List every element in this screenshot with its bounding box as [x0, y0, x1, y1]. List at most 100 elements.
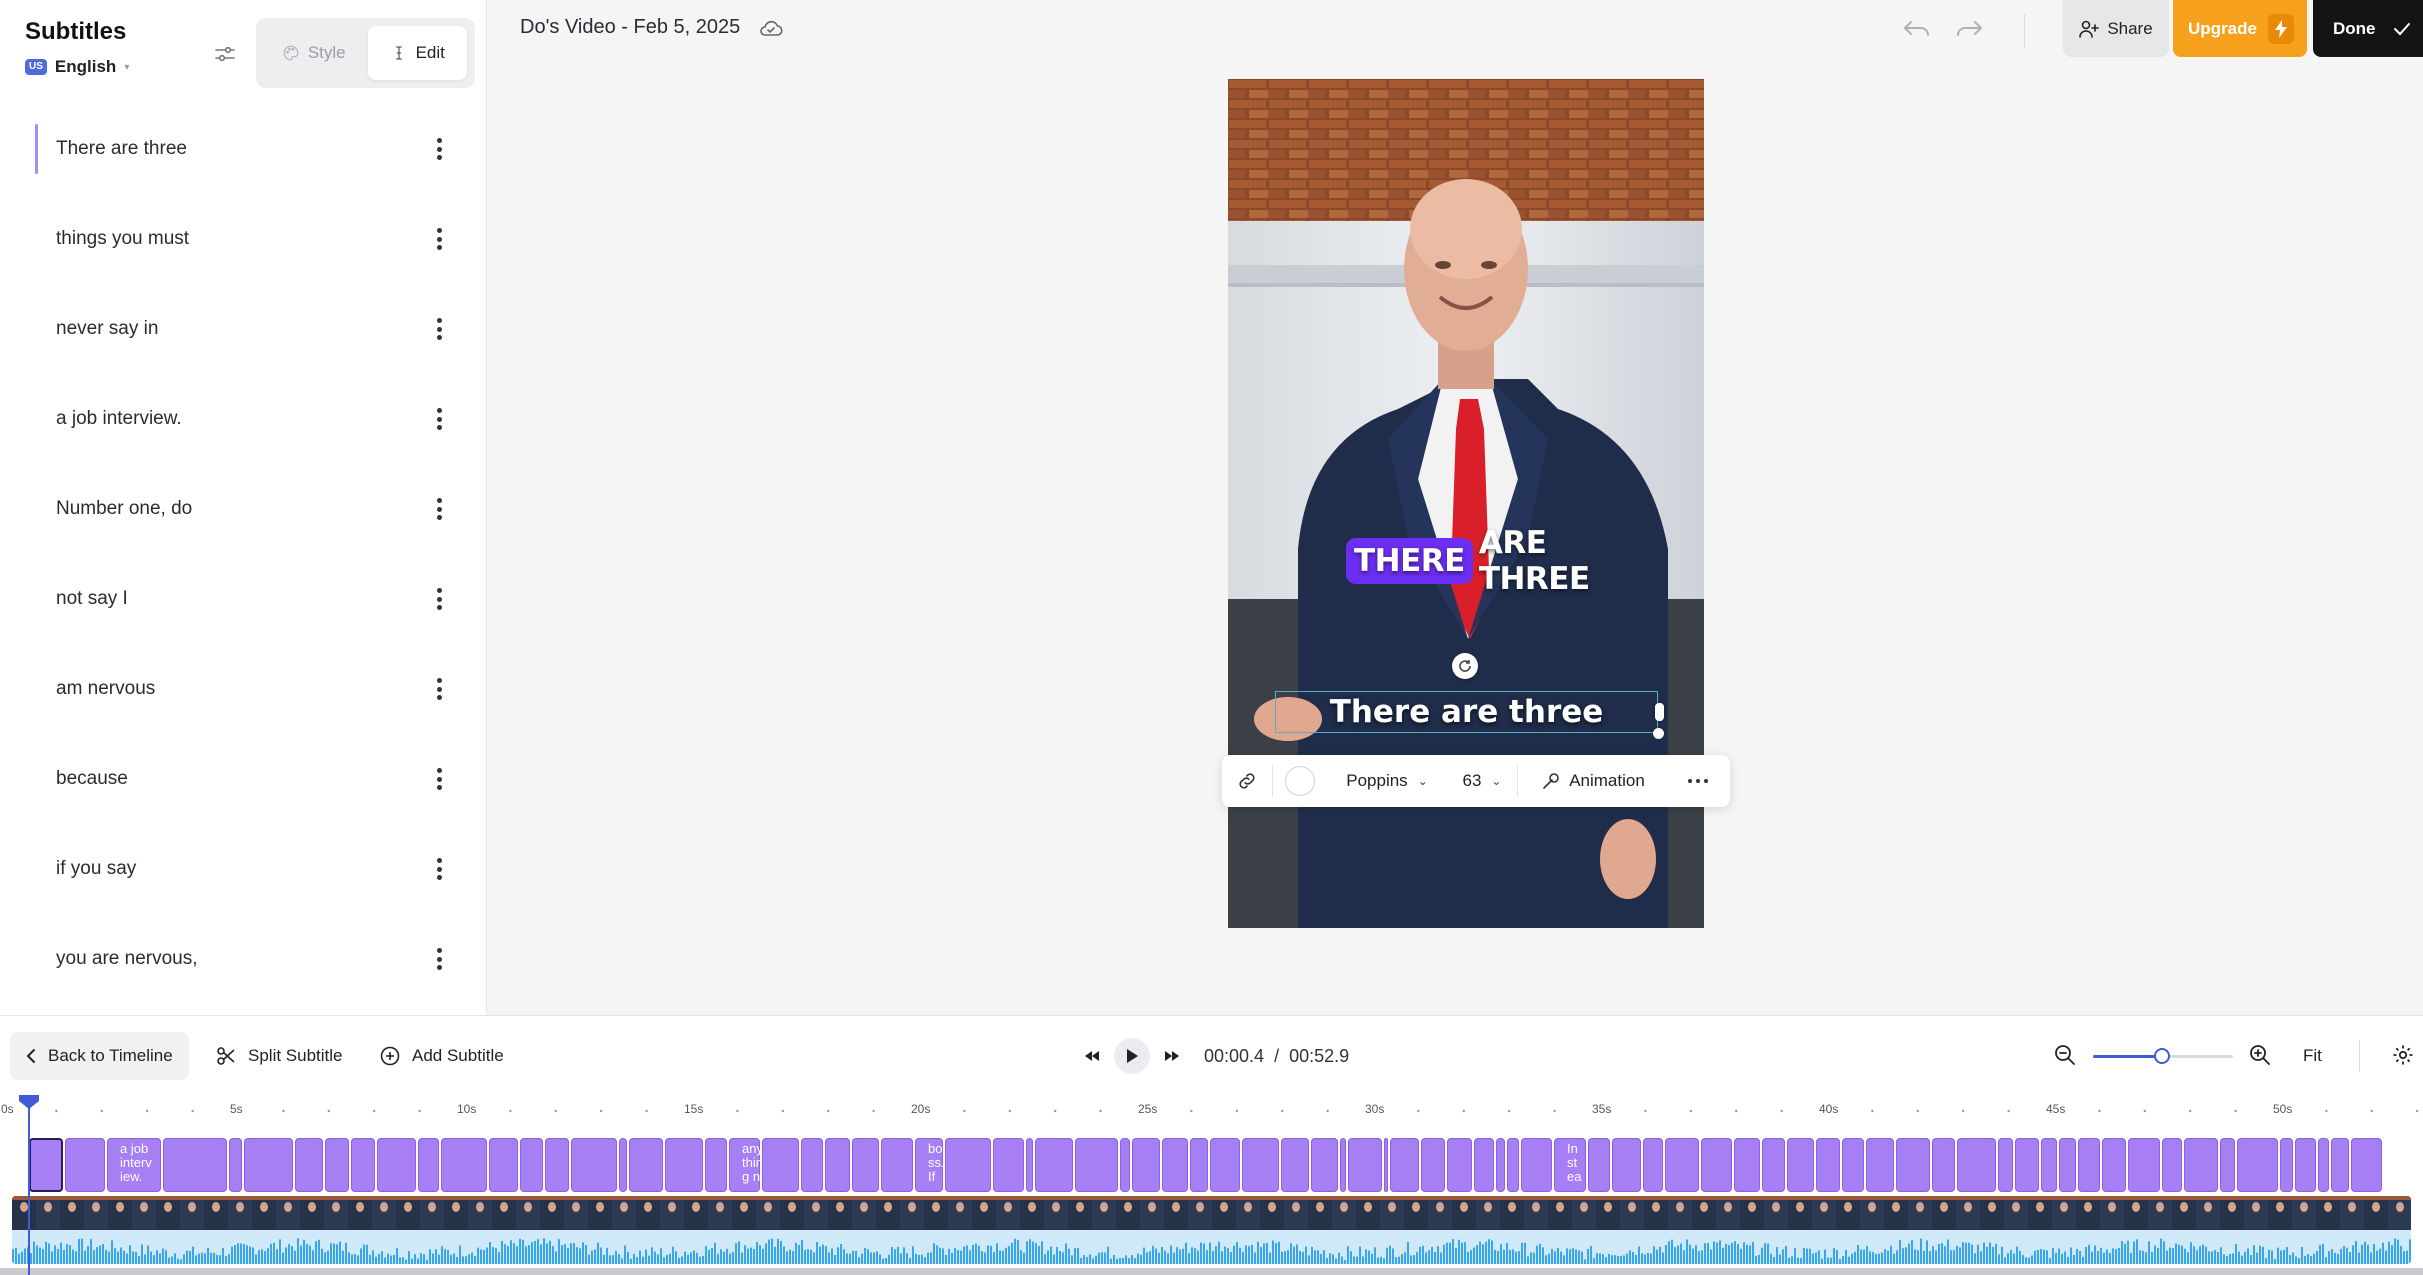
subtitle-block[interactable]	[1816, 1138, 1840, 1192]
share-button[interactable]: Share	[2063, 0, 2169, 57]
subtitle-block[interactable]	[2220, 1138, 2235, 1192]
subtitle-text[interactable]: Number one, do	[56, 498, 192, 520]
horizontal-scrollbar[interactable]	[0, 1268, 2423, 1275]
subtitle-block[interactable]	[2102, 1138, 2126, 1192]
subtitle-block[interactable]	[945, 1138, 991, 1192]
subtitle-block[interactable]	[229, 1138, 242, 1192]
link-icon[interactable]	[1222, 770, 1272, 792]
subtitle-block[interactable]	[881, 1138, 913, 1192]
subtitle-block[interactable]: a job interv iew.	[107, 1138, 161, 1192]
zoom-slider[interactable]	[2093, 1048, 2233, 1064]
more-vertical-icon[interactable]	[427, 495, 451, 523]
video-track[interactable]	[12, 1196, 2411, 1264]
subtitle-block[interactable]	[1132, 1138, 1160, 1192]
subtitle-block[interactable]	[1390, 1138, 1419, 1192]
subtitle-block[interactable]	[2128, 1138, 2160, 1192]
timeline[interactable]: 0s 5s 10s 15s 20s 25s 30s 35s 40s 45s 50s a job in…	[0, 1093, 2423, 1275]
play-button[interactable]	[1114, 1038, 1150, 1074]
subtitle-block[interactable]	[1643, 1138, 1663, 1192]
document-title-text[interactable]: Do's Video - Feb 5, 2025	[520, 16, 740, 39]
more-vertical-icon[interactable]	[427, 225, 451, 253]
split-subtitle-button[interactable]: Split Subtitle	[200, 1032, 359, 1080]
fast-forward-icon[interactable]	[1160, 1044, 1184, 1068]
subtitle-block[interactable]	[1281, 1138, 1309, 1192]
subtitle-block[interactable]	[993, 1138, 1024, 1192]
subtitle-block[interactable]	[629, 1138, 663, 1192]
resize-handle[interactable]	[1655, 703, 1664, 721]
subtitle-block[interactable]	[801, 1138, 823, 1192]
subtitle-text[interactable]: never say in	[56, 318, 158, 340]
zoom-slider-thumb[interactable]	[2153, 1048, 2170, 1064]
subtitle-block[interactable]: any thin g n	[729, 1138, 763, 1192]
subtitle-block[interactable]	[1474, 1138, 1494, 1192]
subtitle-block[interactable]	[1348, 1138, 1382, 1192]
playhead[interactable]	[28, 1107, 30, 1275]
tab-edit[interactable]: Edit	[367, 26, 467, 80]
subtitle-block[interactable]	[1842, 1138, 1864, 1192]
subtitle-block[interactable]	[351, 1138, 375, 1192]
tab-style[interactable]: Style	[264, 26, 364, 80]
font-size-selector[interactable]: 63 ⌄	[1447, 771, 1517, 791]
subtitle-block[interactable]	[1588, 1138, 1610, 1192]
subtitle-text[interactable]: you are nervous,	[56, 948, 198, 970]
subtitle-block[interactable]	[1866, 1138, 1894, 1192]
subtitle-block[interactable]	[2295, 1138, 2316, 1192]
time-ruler[interactable]: 0s 5s 10s 15s 20s 25s 30s 35s 40s 45s 50s	[0, 1093, 2423, 1123]
subtitle-block[interactable]	[1075, 1138, 1118, 1192]
subtitle-block[interactable]	[1496, 1138, 1505, 1192]
subtitle-block[interactable]	[762, 1138, 799, 1192]
subtitle-block[interactable]	[545, 1138, 569, 1192]
subtitle-item[interactable]: never say in	[0, 284, 487, 374]
subtitle-block[interactable]	[418, 1138, 439, 1192]
subtitle-item[interactable]: not say I	[0, 554, 487, 644]
subtitle-block[interactable]: a p erf ect	[1384, 1138, 1415, 1192]
back-to-timeline-button[interactable]: Back to Timeline	[10, 1032, 189, 1080]
subtitle-block[interactable]	[665, 1138, 703, 1192]
subtitle-block[interactable]: In st ea	[1554, 1138, 1586, 1192]
subtitle-block[interactable]	[1787, 1138, 1814, 1192]
text-color-picker[interactable]	[1273, 766, 1327, 796]
subtitle-block[interactable]	[1447, 1138, 1472, 1192]
subtitle-block[interactable]	[1507, 1138, 1519, 1192]
rotate-handle-icon[interactable]	[1452, 653, 1478, 679]
more-vertical-icon[interactable]	[427, 945, 451, 973]
subtitle-block[interactable]	[2318, 1138, 2329, 1192]
subtitle-item[interactable]: you are nervous,	[0, 914, 487, 1004]
subtitle-block[interactable]	[1311, 1138, 1338, 1192]
subtitle-item[interactable]: am nervous	[0, 644, 487, 734]
subtitle-text[interactable]: things you must	[56, 228, 189, 250]
subtitle-block[interactable]	[489, 1138, 518, 1192]
subtitle-block[interactable]	[1896, 1138, 1930, 1192]
done-button[interactable]: Done	[2313, 0, 2423, 57]
subtitle-block[interactable]	[377, 1138, 416, 1192]
subtitle-block[interactable]	[441, 1138, 487, 1192]
subtitle-block[interactable]	[2162, 1138, 2182, 1192]
gear-icon[interactable]	[2391, 1043, 2415, 1067]
subtitle-text[interactable]: not say I	[56, 588, 128, 610]
upgrade-button[interactable]: Upgrade	[2173, 0, 2307, 57]
subtitle-block[interactable]	[1242, 1138, 1279, 1192]
subtitle-block[interactable]	[2015, 1138, 2039, 1192]
more-vertical-icon[interactable]	[427, 765, 451, 793]
subtitle-block[interactable]	[2351, 1138, 2382, 1192]
subtitle-block[interactable]	[1762, 1138, 1785, 1192]
subtitle-block[interactable]	[825, 1138, 850, 1192]
subtitle-block[interactable]	[2078, 1138, 2100, 1192]
more-vertical-icon[interactable]	[427, 405, 451, 433]
subtitle-block[interactable]	[705, 1138, 727, 1192]
more-vertical-icon[interactable]	[427, 585, 451, 613]
subtitle-item[interactable]: things you must	[0, 194, 487, 284]
subtitle-block[interactable]	[1120, 1138, 1130, 1192]
subtitle-block[interactable]	[163, 1138, 227, 1192]
subtitle-block[interactable]	[1701, 1138, 1732, 1192]
subtitle-block[interactable]	[1421, 1138, 1445, 1192]
subtitle-block[interactable]	[2280, 1138, 2293, 1192]
fit-button[interactable]: Fit	[2303, 1046, 2322, 1066]
subtitle-block[interactable]	[244, 1138, 293, 1192]
subtitle-block[interactable]	[29, 1138, 63, 1192]
subtitle-block[interactable]	[1612, 1138, 1641, 1192]
caption-edit-box[interactable]: There are three	[1275, 691, 1664, 739]
subtitle-block[interactable]	[2041, 1138, 2057, 1192]
subtitle-block[interactable]	[2059, 1138, 2076, 1192]
subtitle-block[interactable]	[1998, 1138, 2013, 1192]
